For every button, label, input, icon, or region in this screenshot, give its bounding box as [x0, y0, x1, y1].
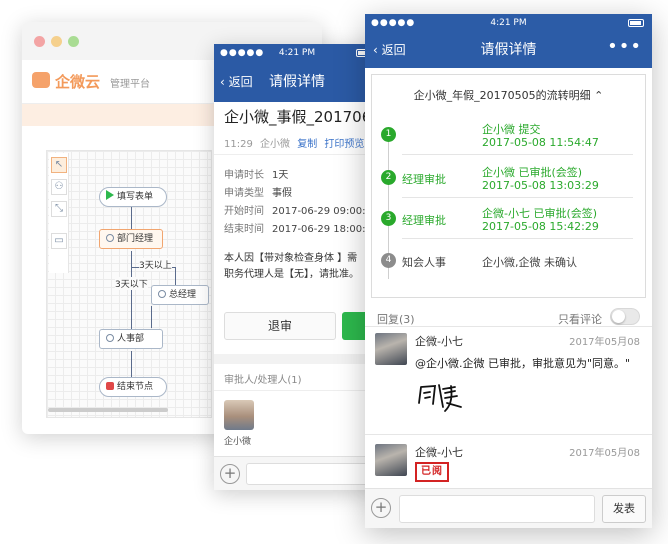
flow-connector: [131, 351, 132, 377]
flow-detail-card: 企小微_年假_20170505的流转明细 ⌃ 1 企小微 提交 2017-05-…: [371, 74, 646, 298]
signal-icon: ●●●●●: [220, 48, 265, 58]
flow-node-gm[interactable]: 总经理: [151, 285, 209, 305]
comment-input[interactable]: [246, 463, 380, 485]
stop-icon: [106, 382, 114, 390]
divider: [402, 197, 633, 198]
comment-input[interactable]: [399, 495, 595, 523]
leave-title: 企小微_事假_20170627: [224, 108, 380, 126]
flow-connector: [175, 267, 176, 285]
divider: [402, 238, 633, 239]
flow-toolbar: ↖ ⚇ ⤡ ▭: [49, 153, 69, 273]
flow-node-dept-manager[interactable]: 部门经理: [99, 229, 163, 249]
flow-connector: [151, 306, 152, 328]
avatar[interactable]: [224, 400, 254, 430]
minimize-dot[interactable]: [51, 36, 62, 47]
step-number-icon: 3: [381, 211, 396, 226]
person-tool-icon[interactable]: ⚇: [51, 179, 67, 195]
only-comments-label: 只看评论: [558, 313, 602, 326]
copy-link[interactable]: 复制: [297, 139, 317, 150]
divider: [365, 326, 652, 327]
leave-meta: 11:29 企小微 复制 打印预览: [224, 139, 365, 150]
nav-bar: ‹ 返回 请假详情: [214, 62, 380, 102]
comment-text: @企小微.企微 已审批，审批意见为"同意。": [415, 357, 631, 370]
approver-name: 企小微: [224, 437, 252, 447]
status-bar: ●●●●● 4:21 PM: [214, 44, 380, 62]
maximize-dot[interactable]: [68, 36, 79, 47]
approvers-label: 审批人/处理人(1): [224, 375, 302, 386]
comment-time: 2017年05月08: [569, 448, 640, 459]
divider: [214, 390, 380, 391]
play-icon: [106, 190, 114, 200]
nav-bar: ‹ 返回 请假详情 •••: [365, 32, 652, 68]
condition-label: 3天以上: [139, 258, 172, 271]
reply-count: 回复(3): [377, 313, 415, 326]
step-number-icon: 4: [381, 253, 396, 268]
field-type: 申请类型 事假: [224, 188, 292, 199]
pointer-tool-icon[interactable]: ↖: [51, 157, 67, 173]
flow-step: 1 企小微 提交 2017-05-08 11:54:47: [372, 115, 645, 155]
close-dot[interactable]: [34, 36, 45, 47]
condition-label: 3天以下: [115, 277, 148, 290]
person-icon: [106, 234, 114, 242]
avatar[interactable]: [375, 333, 407, 365]
status-time: 4:21 PM: [490, 18, 527, 28]
field-end: 结束时间 2017-06-29 18:00:0: [224, 224, 372, 235]
plus-icon[interactable]: +: [371, 498, 391, 518]
signal-icon: ●●●●●: [371, 18, 416, 28]
divider: [402, 154, 633, 155]
flow-node-end[interactable]: 结束节点: [99, 377, 167, 397]
cloud-logo-icon: [32, 72, 50, 88]
battery-icon: [628, 19, 644, 27]
flow-step: 3 经理审批 企微-小七 已审批(会签) 2017-05-08 15:42:29: [372, 199, 645, 239]
flow-connector: [131, 207, 132, 229]
step-number-icon: 2: [381, 170, 396, 185]
nav-title: 请假详情: [269, 74, 325, 90]
flow-node-hr[interactable]: 人事部: [99, 329, 163, 349]
flow-step: 2 经理审批 企小微 已审批(会签) 2017-05-08 13:03:29: [372, 158, 645, 198]
canvas-scrollbar[interactable]: [48, 408, 168, 412]
only-comments-toggle[interactable]: [610, 308, 640, 325]
flow-designer-canvas[interactable]: ↖ ⚇ ⤡ ▭ 填写表单 部门经理 3天以上 3天以下 总经理 人事部 结束节点: [46, 150, 212, 418]
divider: [214, 154, 380, 155]
flow-step: 4 知会人事 企小微,企微 未确认: [372, 241, 645, 281]
return-button[interactable]: 退审: [224, 312, 336, 340]
step-number-icon: 1: [381, 127, 396, 142]
send-button[interactable]: 发表: [602, 495, 646, 523]
image-tool-icon[interactable]: ▭: [51, 233, 67, 249]
comment-author: 企微-小七: [415, 446, 463, 459]
more-icon[interactable]: •••: [607, 36, 642, 57]
brand-subtitle: 管理平台: [110, 79, 150, 90]
flow-connector: [131, 251, 132, 329]
field-duration: 申请时长 1天: [224, 170, 289, 181]
field-start: 开始时间 2017-06-29 09:00:0: [224, 206, 372, 217]
flow-detail-title[interactable]: 企小微_年假_20170505的流转明细 ⌃: [372, 87, 645, 103]
status-bar: ●●●●● 4:21 PM: [365, 14, 652, 32]
phone-leave-detail-front: ●●●●● 4:21 PM ‹ 返回 请假详情 ••• 企小微_年假_20170…: [365, 14, 652, 528]
divider: [365, 434, 652, 435]
phone-leave-detail-back: ●●●●● 4:21 PM ‹ 返回 请假详情 企小微_事假_20170627 …: [214, 44, 380, 490]
avatar[interactable]: [375, 444, 407, 476]
person-icon: [158, 290, 166, 298]
section-gap: [214, 354, 380, 364]
input-bar: + 发表: [365, 488, 652, 528]
status-time: 4:21 PM: [278, 48, 316, 58]
print-preview-link[interactable]: 打印预览: [324, 139, 364, 150]
connector-tool-icon[interactable]: ⤡: [51, 201, 67, 217]
flow-node-start[interactable]: 填写表单: [99, 187, 167, 207]
input-bar: +: [214, 456, 380, 490]
plus-icon[interactable]: +: [220, 464, 240, 484]
leave-reason: 本人因【带对象检查身体 】需 职务代理人是【无】，请批准。: [224, 253, 359, 280]
comment-item: 企微-小七 2017年05月08 @企小微.企微 已审批，审批意见为"同意。": [365, 333, 652, 433]
comment-time: 2017年05月08: [569, 337, 640, 348]
read-stamp: 已阅: [415, 462, 449, 482]
comment-author: 企微-小七: [415, 335, 463, 348]
person-icon: [106, 334, 114, 342]
comment-item: 企微-小七 2017年05月08 已阅: [365, 444, 652, 484]
brand-name: 企微云: [55, 73, 101, 91]
handwritten-signature: [418, 384, 462, 412]
